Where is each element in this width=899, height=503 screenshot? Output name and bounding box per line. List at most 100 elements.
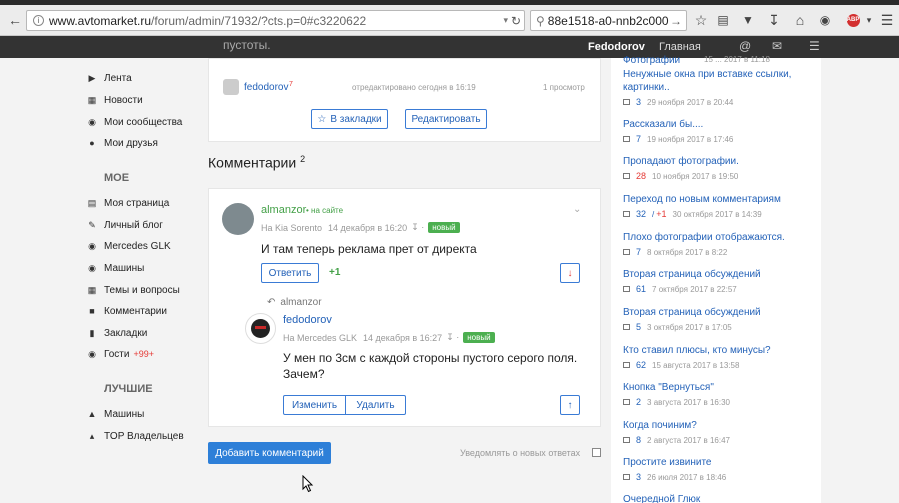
back-icon[interactable]: ← — [6, 9, 24, 31]
topic-link[interactable]: Очередной Глюк — [623, 493, 818, 503]
anchor-icon[interactable]: ↧ · — [411, 222, 424, 233]
page-scrollbar[interactable] — [884, 58, 899, 503]
comment-meta: На Kia Sorento 14 декабря в 16:20 ↧ · но… — [261, 222, 460, 233]
topic-item: Вторая страница обсуждений 53 октября 20… — [623, 306, 818, 332]
comments-count: 2 — [300, 154, 306, 164]
nav-item-communities[interactable]: ◉ Мои сообщества — [80, 113, 182, 131]
nav-item-guests[interactable]: ◉ Гости +99+ — [80, 345, 154, 363]
reply-button[interactable]: Ответить — [261, 263, 319, 283]
nav-item-my-page[interactable]: ▤ Моя страница — [80, 194, 170, 212]
nav-item-topics[interactable]: ▦ Темы и вопросы — [80, 281, 180, 299]
mouse-cursor-icon — [302, 474, 314, 496]
megaphone-icon: ▶ — [88, 72, 96, 83]
nav-item-feed[interactable]: ▶ Лента — [80, 69, 132, 87]
nav-item-top-owners[interactable]: ▴ TOP Владельцев — [80, 427, 184, 445]
header-home-link[interactable]: Главная — [659, 41, 701, 53]
comment-author[interactable]: fedodorov — [283, 314, 332, 326]
partial-topic-meta: 15 ... 2017 в 11:18 — [704, 55, 770, 64]
topic-link[interactable]: Плохо фотографии отображаются. — [623, 231, 818, 244]
newspaper-icon: ▦ — [87, 94, 97, 105]
post-author-link[interactable]: fedodorov — [244, 82, 288, 93]
topic-link[interactable]: Переход по новым комментариям — [623, 193, 818, 206]
search-icon: ⚲ — [536, 13, 545, 28]
nav-item-comments[interactable]: ■ Комментарии — [80, 302, 167, 320]
add-comment-button[interactable]: Добавить комментарий — [208, 442, 331, 464]
topic-item: Кнопка "Вернуться" 23 августа 2017 в 16:… — [623, 381, 818, 407]
chevron-down-icon[interactable]: ⌄ — [573, 204, 581, 215]
nav-item-mercedes-glk[interactable]: ◉ Mercedes GLK — [80, 237, 171, 255]
reading-list-icon[interactable]: ▤ — [713, 9, 733, 31]
mail-icon[interactable]: ✉ — [772, 39, 782, 53]
downvote-button[interactable]: ↓ — [560, 263, 580, 283]
comment-avatar[interactable] — [222, 203, 254, 235]
home-icon[interactable]: ⌂ — [790, 9, 810, 31]
topic-link[interactable]: Пропадают фотографии. — [623, 155, 818, 168]
comment-count-icon — [623, 99, 630, 105]
new-badge: новый — [428, 222, 460, 233]
delete-comment-button[interactable]: Удалить — [345, 395, 406, 415]
comments-icon: ■ — [89, 306, 95, 316]
comment-avatar[interactable] — [245, 313, 276, 344]
topic-link[interactable]: Когда починим? — [623, 419, 818, 432]
post-author-avatar[interactable] — [223, 79, 239, 95]
edit-comment-button[interactable]: Изменить — [283, 395, 346, 415]
comments-card: almanzor • на сайте ⌄ На Kia Sorento 14 … — [208, 188, 601, 427]
topic-item: Когда починим? 82 августа 2017 в 16:47 — [623, 419, 818, 445]
topic-link[interactable]: Кто ставил плюсы, кто минусы? — [623, 344, 818, 357]
topic-link[interactable]: Кнопка "Вернуться" — [623, 381, 818, 394]
trophy-icon: ▲ — [87, 409, 97, 419]
bookmark-star-icon[interactable]: ☆ — [691, 9, 711, 31]
menu-icon[interactable]: ☰ — [809, 39, 820, 53]
adblock-icon[interactable]: ABP — [843, 9, 863, 31]
new-count[interactable]: +1 — [656, 209, 666, 219]
communities-icon: ◉ — [88, 116, 96, 127]
info-icon[interactable]: i — [33, 15, 44, 26]
nav-item-blog[interactable]: ✎ Личный блог — [80, 216, 163, 234]
nav-item-friends[interactable]: ● Мои друзья — [80, 134, 158, 152]
reload-icon[interactable]: ↻ — [511, 14, 521, 28]
bookmark-button[interactable]: ☆ В закладки — [311, 109, 388, 129]
online-status: • на сайте — [306, 206, 344, 215]
topic-link[interactable]: Рассказали бы.... — [623, 118, 818, 131]
nav-item-cars[interactable]: ◉ Машины — [80, 259, 144, 277]
chevron-down-icon[interactable]: ▾ — [864, 9, 874, 31]
nav-item-best-cars[interactable]: ▲ Машины — [80, 405, 145, 423]
friends-icon: ● — [89, 138, 95, 148]
pocket-icon[interactable]: ▼ — [738, 9, 758, 31]
comment-meta: На Mercedes GLK 14 декабря в 16:27 ↧ · н… — [283, 332, 495, 343]
comments-heading: Комментарии 2 — [208, 154, 306, 171]
comment-text: И там теперь реклама прет от директа — [261, 242, 477, 256]
notify-label: Уведомлять о новых ответах — [460, 448, 581, 458]
edit-post-button[interactable]: Редактировать — [405, 109, 487, 129]
topic-link[interactable]: Простите извините — [623, 456, 818, 469]
topic-item: Плохо фотографии отображаются. 78 октябр… — [623, 231, 818, 257]
nav-item-news[interactable]: ▦ Новости — [80, 91, 143, 109]
url-path: /forum/admin/71932/?cts.p=0#c3220622 — [151, 13, 367, 28]
nav-item-bookmarks[interactable]: ▮ Закладки — [80, 324, 148, 342]
topic-item: Переход по новым комментариям 32/+1 30 ок… — [623, 193, 818, 219]
url-bar[interactable]: i www.avtomarket.ru/forum/admin/71932/?c… — [26, 10, 525, 31]
dropdown-icon[interactable]: ▾ — [503, 15, 508, 26]
notify-checkbox[interactable] — [592, 448, 601, 457]
partial-topic-title[interactable]: Фотографии — [623, 55, 680, 66]
search-go-icon[interactable]: → — [670, 14, 682, 28]
comment-count-icon — [623, 173, 630, 179]
comment-rating: +1 — [329, 267, 341, 278]
reply-to[interactable]: ↶ almanzor — [267, 297, 322, 308]
anchor-icon[interactable]: ↧ · — [446, 332, 459, 343]
topic-link[interactable]: Ненужные окна при вставке ссылки, картин… — [623, 68, 818, 94]
topic-link[interactable]: Вторая страница обсуждений — [623, 306, 818, 319]
reply-arrow-icon: ↶ — [267, 297, 276, 308]
upvote-button[interactable]: ↑ — [560, 395, 580, 415]
menu-icon[interactable]: ☰ — [878, 9, 896, 31]
at-icon[interactable]: @ — [739, 39, 751, 53]
download-icon[interactable]: ↧ — [764, 9, 784, 31]
comment-author[interactable]: almanzor — [261, 204, 306, 216]
topic-link[interactable]: Вторая страница обсуждений — [623, 268, 818, 281]
car-icon: ◉ — [88, 240, 96, 251]
chat-icon[interactable]: ◉ — [815, 9, 835, 31]
search-input[interactable]: ⚲ 88e1518-a0-nnb2c000 → — [530, 10, 687, 31]
header-username[interactable]: Fedodorov — [588, 41, 645, 53]
pencil-icon: ✎ — [88, 219, 96, 230]
new-badge: новый — [463, 332, 495, 343]
